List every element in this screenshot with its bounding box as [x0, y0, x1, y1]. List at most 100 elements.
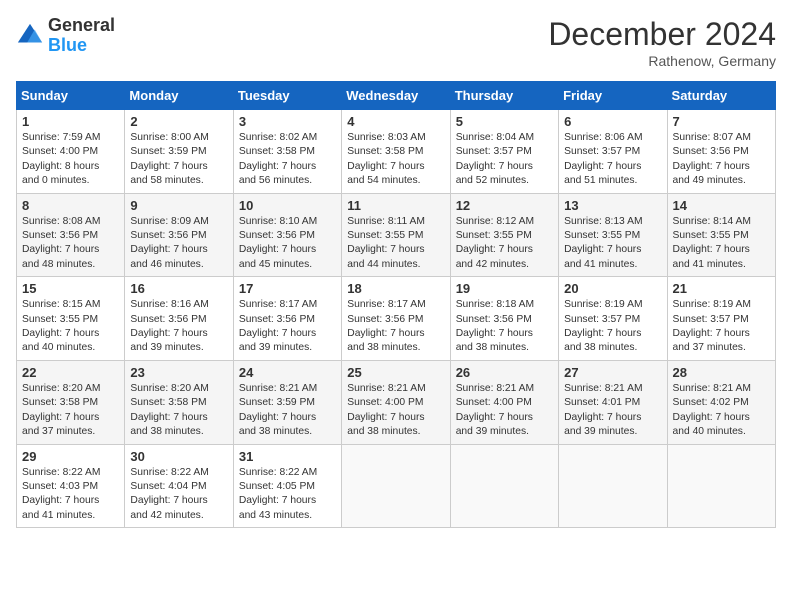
day-number: 7: [673, 114, 770, 129]
day-number: 8: [22, 198, 119, 213]
day-info: Sunrise: 8:06 AM Sunset: 3:57 PM Dayligh…: [564, 132, 642, 186]
day-info: Sunrise: 8:10 AM Sunset: 3:56 PM Dayligh…: [239, 216, 317, 270]
day-info: Sunrise: 8:09 AM Sunset: 3:56 PM Dayligh…: [130, 216, 208, 270]
calendar-cell: 5 Sunrise: 8:04 AM Sunset: 3:57 PM Daylig…: [450, 110, 558, 194]
day-info: Sunrise: 8:18 AM Sunset: 3:56 PM Dayligh…: [456, 299, 534, 353]
day-info: Sunrise: 8:03 AM Sunset: 3:58 PM Dayligh…: [347, 132, 425, 186]
location-subtitle: Rathenow, Germany: [548, 53, 776, 69]
month-title: December 2024: [548, 16, 776, 53]
day-number: 11: [347, 198, 444, 213]
day-number: 31: [239, 449, 336, 464]
calendar-cell: 21 Sunrise: 8:19 AM Sunset: 3:57 PM Dayli…: [667, 277, 775, 361]
day-info: Sunrise: 8:02 AM Sunset: 3:58 PM Dayligh…: [239, 132, 317, 186]
calendar-cell: 28 Sunrise: 8:21 AM Sunset: 4:02 PM Dayli…: [667, 360, 775, 444]
calendar-cell: 17 Sunrise: 8:17 AM Sunset: 3:56 PM Dayli…: [233, 277, 341, 361]
calendar-cell: 12 Sunrise: 8:12 AM Sunset: 3:55 PM Dayli…: [450, 193, 558, 277]
calendar-cell: 20 Sunrise: 8:19 AM Sunset: 3:57 PM Dayli…: [559, 277, 667, 361]
day-info: Sunrise: 8:04 AM Sunset: 3:57 PM Dayligh…: [456, 132, 534, 186]
calendar-cell: 29 Sunrise: 8:22 AM Sunset: 4:03 PM Dayli…: [17, 444, 125, 528]
day-number: 24: [239, 365, 336, 380]
day-info: Sunrise: 8:14 AM Sunset: 3:55 PM Dayligh…: [673, 216, 751, 270]
day-number: 23: [130, 365, 227, 380]
day-number: 20: [564, 281, 661, 296]
calendar-cell: 16 Sunrise: 8:16 AM Sunset: 3:56 PM Dayli…: [125, 277, 233, 361]
col-header-monday: Monday: [125, 82, 233, 110]
col-header-saturday: Saturday: [667, 82, 775, 110]
day-number: 9: [130, 198, 227, 213]
col-header-friday: Friday: [559, 82, 667, 110]
day-number: 10: [239, 198, 336, 213]
calendar-cell: 13Sunrise: 8:13 AM Sunset: 3:55 PM Dayli…: [559, 193, 667, 277]
calendar-cell: 14 Sunrise: 8:14 AM Sunset: 3:55 PM Dayli…: [667, 193, 775, 277]
calendar-cell: 25Sunrise: 8:21 AM Sunset: 4:00 PM Dayli…: [342, 360, 450, 444]
day-info: Sunrise: 7:59 AM Sunset: 4:00 PM Dayligh…: [22, 132, 100, 186]
logo-icon: [16, 22, 44, 50]
day-info: Sunrise: 8:21 AM Sunset: 4:00 PM Dayligh…: [456, 383, 534, 437]
calendar-cell: 8 Sunrise: 8:08 AM Sunset: 3:56 PM Daylig…: [17, 193, 125, 277]
day-number: 1: [22, 114, 119, 129]
day-number: 19: [456, 281, 553, 296]
day-info: Sunrise: 8:19 AM Sunset: 3:57 PM Dayligh…: [564, 299, 642, 353]
calendar-cell: 22 Sunrise: 8:20 AM Sunset: 3:58 PM Dayli…: [17, 360, 125, 444]
calendar-table: SundayMondayTuesdayWednesdayThursdayFrid…: [16, 81, 776, 528]
day-number: 18: [347, 281, 444, 296]
day-info: Sunrise: 8:21 AM Sunset: 4:02 PM Dayligh…: [673, 383, 751, 437]
calendar-cell: [342, 444, 450, 528]
col-header-thursday: Thursday: [450, 82, 558, 110]
day-info: Sunrise: 8:15 AM Sunset: 3:55 PM Dayligh…: [22, 299, 100, 353]
day-number: 15: [22, 281, 119, 296]
day-number: 17: [239, 281, 336, 296]
col-header-wednesday: Wednesday: [342, 82, 450, 110]
col-header-tuesday: Tuesday: [233, 82, 341, 110]
calendar-cell: 19 Sunrise: 8:18 AM Sunset: 3:56 PM Dayli…: [450, 277, 558, 361]
day-number: 29: [22, 449, 119, 464]
day-info: Sunrise: 8:16 AM Sunset: 3:56 PM Dayligh…: [130, 299, 208, 353]
day-info: Sunrise: 8:17 AM Sunset: 3:56 PM Dayligh…: [239, 299, 317, 353]
day-number: 21: [673, 281, 770, 296]
day-number: 5: [456, 114, 553, 129]
day-number: 30: [130, 449, 227, 464]
day-number: 4: [347, 114, 444, 129]
day-number: 12: [456, 198, 553, 213]
day-info: Sunrise: 8:08 AM Sunset: 3:56 PM Dayligh…: [22, 216, 100, 270]
day-info: Sunrise: 8:11 AM Sunset: 3:55 PM Dayligh…: [347, 216, 425, 270]
day-info: Sunrise: 8:00 AM Sunset: 3:59 PM Dayligh…: [130, 132, 208, 186]
day-info: Sunrise: 8:07 AM Sunset: 3:56 PM Dayligh…: [673, 132, 751, 186]
calendar-cell: 27Sunrise: 8:21 AM Sunset: 4:01 PM Dayli…: [559, 360, 667, 444]
day-info: Sunrise: 8:12 AM Sunset: 3:55 PM Dayligh…: [456, 216, 534, 270]
day-number: 22: [22, 365, 119, 380]
calendar-cell: 31 Sunrise: 8:22 AM Sunset: 4:05 PM Dayli…: [233, 444, 341, 528]
calendar-cell: 7 Sunrise: 8:07 AM Sunset: 3:56 PM Daylig…: [667, 110, 775, 194]
day-info: Sunrise: 8:22 AM Sunset: 4:03 PM Dayligh…: [22, 467, 100, 521]
day-info: Sunrise: 8:22 AM Sunset: 4:05 PM Dayligh…: [239, 467, 317, 521]
day-info: Sunrise: 8:20 AM Sunset: 3:58 PM Dayligh…: [22, 383, 100, 437]
col-header-sunday: Sunday: [17, 82, 125, 110]
day-info: Sunrise: 8:22 AM Sunset: 4:04 PM Dayligh…: [130, 467, 208, 521]
calendar-cell: 9 Sunrise: 8:09 AM Sunset: 3:56 PM Daylig…: [125, 193, 233, 277]
calendar-cell: [667, 444, 775, 528]
logo-text: General Blue: [48, 16, 115, 56]
day-number: 14: [673, 198, 770, 213]
day-number: 16: [130, 281, 227, 296]
day-info: Sunrise: 8:20 AM Sunset: 3:58 PM Dayligh…: [130, 383, 208, 437]
day-number: 27: [564, 365, 661, 380]
calendar-cell: 18 Sunrise: 8:17 AM Sunset: 3:56 PM Dayli…: [342, 277, 450, 361]
day-number: 3: [239, 114, 336, 129]
calendar-cell: 23 Sunrise: 8:20 AM Sunset: 3:58 PM Dayli…: [125, 360, 233, 444]
calendar-cell: 24Sunrise: 8:21 AM Sunset: 3:59 PM Dayli…: [233, 360, 341, 444]
day-number: 26: [456, 365, 553, 380]
calendar-cell: 26 Sunrise: 8:21 AM Sunset: 4:00 PM Dayli…: [450, 360, 558, 444]
day-number: 13: [564, 198, 661, 213]
day-info: Sunrise: 8:19 AM Sunset: 3:57 PM Dayligh…: [673, 299, 751, 353]
day-number: 25: [347, 365, 444, 380]
calendar-cell: 1 Sunrise: 7:59 AM Sunset: 4:00 PM Daylig…: [17, 110, 125, 194]
calendar-cell: 11 Sunrise: 8:11 AM Sunset: 3:55 PM Dayli…: [342, 193, 450, 277]
calendar-cell: 6Sunrise: 8:06 AM Sunset: 3:57 PM Daylig…: [559, 110, 667, 194]
day-number: 28: [673, 365, 770, 380]
page-header: General Blue December 2024 Rathenow, Ger…: [16, 16, 776, 69]
calendar-cell: 2 Sunrise: 8:00 AM Sunset: 3:59 PM Daylig…: [125, 110, 233, 194]
title-block: December 2024 Rathenow, Germany: [548, 16, 776, 69]
day-info: Sunrise: 8:17 AM Sunset: 3:56 PM Dayligh…: [347, 299, 425, 353]
day-number: 2: [130, 114, 227, 129]
calendar-cell: [450, 444, 558, 528]
